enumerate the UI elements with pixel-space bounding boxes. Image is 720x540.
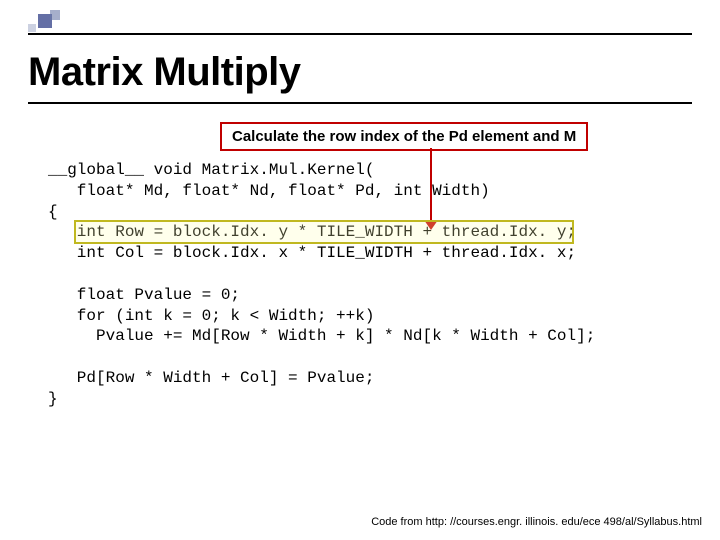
- code-line: int Row = block.Idx. y * TILE_WIDTH + th…: [48, 223, 576, 241]
- code-line: __global__ void Matrix.Mul.Kernel(: [48, 161, 374, 179]
- code-line: int Col = block.Idx. x * TILE_WIDTH + th…: [48, 244, 576, 262]
- deco-square: [28, 24, 36, 32]
- code-line: Pd[Row * Width + Col] = Pvalue;: [48, 369, 374, 387]
- credit-line: Code from http: //courses.engr. illinois…: [371, 516, 702, 528]
- slide-title: Matrix Multiply: [28, 50, 301, 95]
- code-line: {: [48, 203, 58, 221]
- code-line: float Pvalue = 0;: [48, 286, 240, 304]
- code-line: for (int k = 0; k < Width; ++k): [48, 307, 374, 325]
- slide-decoration: [28, 10, 108, 34]
- code-line: }: [48, 390, 58, 408]
- top-rule: [28, 33, 692, 35]
- title-rule: [28, 102, 692, 104]
- deco-square: [50, 10, 60, 20]
- callout-box: Calculate the row index of the Pd elemen…: [220, 122, 588, 151]
- code-line: float* Md, float* Nd, float* Pd, int Wid…: [48, 182, 490, 200]
- code-line: Pvalue += Md[Row * Width + k] * Nd[k * W…: [48, 327, 595, 345]
- code-block: __global__ void Matrix.Mul.Kernel( float…: [48, 160, 672, 410]
